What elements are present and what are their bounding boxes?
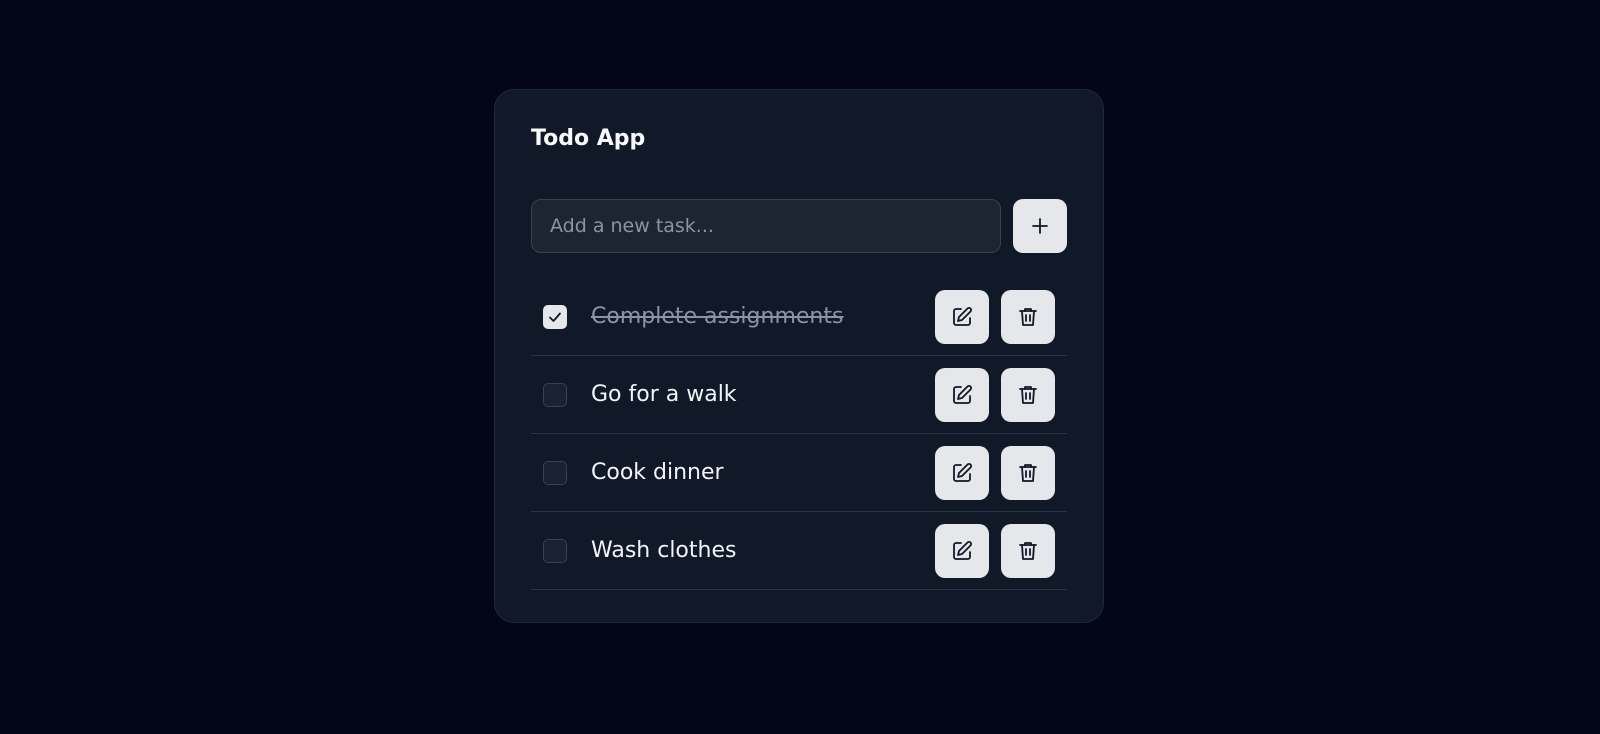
new-task-input[interactable]	[531, 199, 1001, 253]
edit-icon	[953, 540, 972, 560]
delete-task-button[interactable]	[1001, 367, 1055, 422]
checkmark-icon	[549, 312, 561, 322]
plus-icon	[1032, 218, 1048, 234]
add-task-row	[531, 199, 1067, 253]
task-actions	[935, 289, 1055, 344]
todo-card: Todo App Complete assignments	[494, 89, 1104, 623]
task-row: Cook dinner	[531, 434, 1067, 512]
edit-task-button[interactable]	[935, 289, 989, 344]
task-row: Go for a walk	[531, 356, 1067, 434]
task-label: Cook dinner	[591, 460, 724, 485]
task-actions	[935, 367, 1055, 422]
task-checkbox[interactable]	[543, 538, 567, 563]
task-label: Wash clothes	[591, 538, 737, 563]
task-actions	[935, 523, 1055, 578]
task-checkbox[interactable]	[543, 382, 567, 407]
delete-task-button[interactable]	[1001, 523, 1055, 578]
delete-task-button[interactable]	[1001, 289, 1055, 344]
edit-icon	[953, 384, 972, 404]
task-checkbox[interactable]	[543, 460, 567, 485]
edit-task-button[interactable]	[935, 367, 989, 422]
task-row: Wash clothes	[531, 512, 1067, 590]
trash-icon	[1019, 385, 1037, 404]
task-actions	[935, 445, 1055, 500]
delete-task-button[interactable]	[1001, 445, 1055, 500]
task-label: Go for a walk	[591, 382, 737, 407]
trash-icon	[1019, 307, 1037, 326]
app-title: Todo App	[531, 126, 646, 151]
add-task-button[interactable]	[1013, 199, 1067, 253]
edit-icon	[953, 306, 972, 326]
task-label: Complete assignments	[591, 304, 844, 329]
task-checkbox[interactable]	[543, 304, 567, 329]
trash-icon	[1019, 463, 1037, 482]
edit-task-button[interactable]	[935, 445, 989, 500]
edit-icon	[953, 462, 972, 482]
trash-icon	[1019, 541, 1037, 560]
task-list: Complete assignments Go for a walk Cook …	[531, 278, 1067, 590]
edit-task-button[interactable]	[935, 523, 989, 578]
task-row: Complete assignments	[531, 278, 1067, 356]
